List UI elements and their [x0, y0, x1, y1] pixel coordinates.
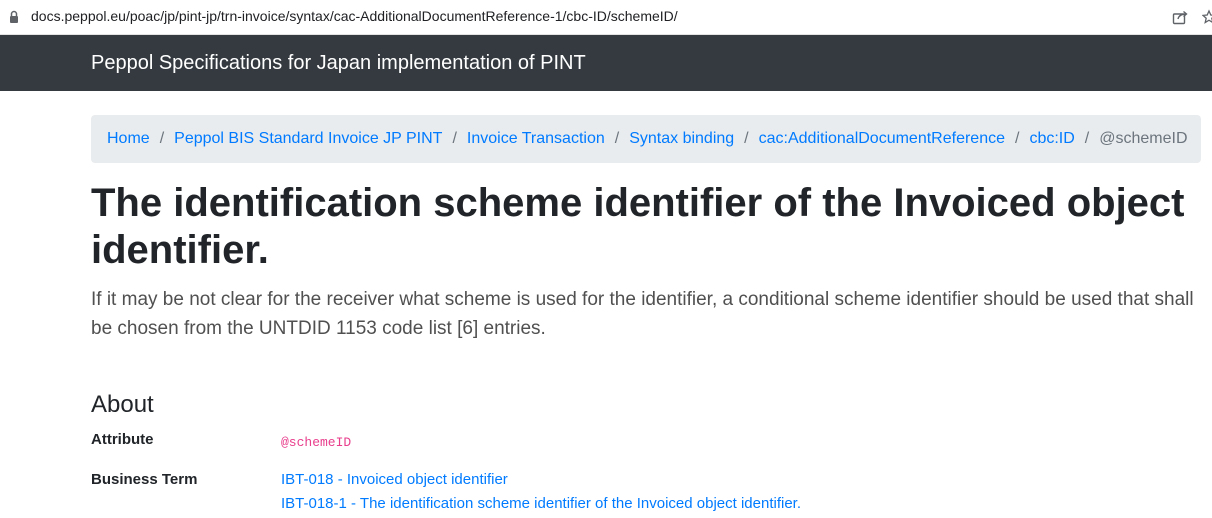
breadcrumb-separator: / — [1014, 130, 1020, 147]
breadcrumb: Home / Peppol BIS Standard Invoice JP PI… — [91, 115, 1201, 163]
about-heading: About — [91, 391, 154, 418]
breadcrumb-current: @schemeID — [1099, 130, 1188, 147]
breadcrumb-invoice-transaction[interactable]: Invoice Transaction — [467, 130, 605, 148]
url-text[interactable]: docs.peppol.eu/poac/jp/pint-jp/trn-invoi… — [31, 8, 678, 24]
top-navbar: Peppol Specifications for Japan implemen… — [0, 35, 1212, 91]
breadcrumb-separator: / — [744, 130, 749, 147]
business-term-label: Business Term — [91, 471, 198, 488]
lock-icon[interactable] — [9, 10, 19, 24]
breadcrumb-cbc-id[interactable]: cbc:ID — [1029, 130, 1074, 148]
share-icon[interactable] — [1172, 9, 1189, 25]
navbar-brand-link[interactable]: Peppol Specifications for Japan implemen… — [91, 52, 586, 75]
attribute-label: Attribute — [91, 431, 154, 448]
breadcrumb-separator: / — [614, 130, 620, 147]
breadcrumb-separator: / — [159, 130, 165, 147]
browser-address-bar: docs.peppol.eu/poac/jp/pint-jp/trn-invoi… — [0, 0, 1212, 35]
breadcrumb-pint-standard[interactable]: Peppol BIS Standard Invoice JP PINT — [174, 130, 442, 148]
page-title: The identification scheme identifier of … — [91, 181, 1185, 272]
business-term-link-ibt-018-1[interactable]: IBT-018-1 - The identification scheme id… — [281, 492, 801, 516]
business-term-list: IBT-018 - Invoiced object identifier IBT… — [281, 468, 801, 516]
business-term-link-ibt-018[interactable]: IBT-018 - Invoiced object identifier — [281, 468, 801, 492]
breadcrumb-home[interactable]: Home — [107, 130, 150, 148]
star-icon[interactable] — [1202, 9, 1212, 25]
breadcrumb-syntax-binding[interactable]: Syntax binding — [629, 130, 734, 148]
attribute-value: @schemeID — [281, 433, 351, 450]
attribute-code: @schemeID — [281, 435, 352, 450]
breadcrumb-separator: / — [1084, 130, 1090, 147]
page-lead: If it may be not clear for the receiver … — [91, 289, 1194, 339]
breadcrumb-additional-document-reference[interactable]: cac:AdditionalDocumentReference — [759, 130, 1005, 148]
breadcrumb-separator: / — [452, 130, 457, 147]
